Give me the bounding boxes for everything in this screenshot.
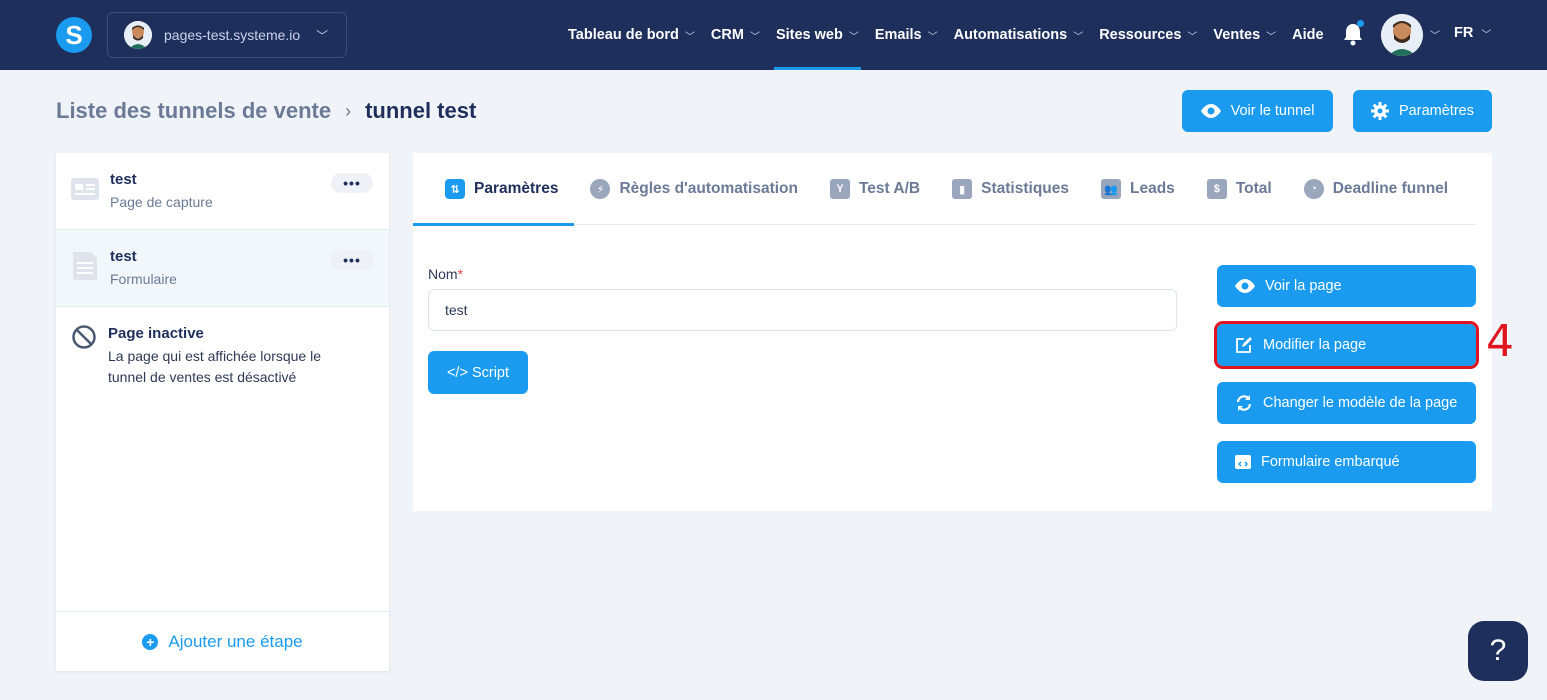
- nav-sites-web[interactable]: Sites web ﹀: [773, 0, 861, 70]
- eye-icon: [1200, 104, 1221, 118]
- users-icon: 👥: [1101, 179, 1121, 199]
- user-avatar[interactable]: [1381, 14, 1423, 56]
- capture-page-icon: [71, 178, 99, 200]
- parametres-button[interactable]: Paramètres: [1353, 90, 1492, 132]
- chevron-down-icon: ﹀: [927, 31, 938, 43]
- eye-icon: [1235, 279, 1255, 293]
- chevron-down-icon: ﹀: [1266, 31, 1277, 43]
- modifier-page-button[interactable]: Modifier la page: [1214, 321, 1479, 369]
- tab-parametres[interactable]: ⇅ Paramètres: [413, 153, 575, 226]
- step-annotation-number: 4: [1486, 316, 1514, 367]
- nav-crm[interactable]: CRM ﹀: [711, 0, 760, 70]
- step-subtitle: Page de capture: [110, 194, 213, 210]
- tab-deadline-funnel[interactable]: ◔ Deadline funnel: [1288, 153, 1464, 225]
- gear-icon: [1371, 102, 1390, 120]
- site-name: pages-test.systeme.io: [164, 27, 301, 43]
- step-subtitle: Formulaire: [110, 271, 177, 287]
- sliders-icon: ⇅: [445, 179, 465, 199]
- nav-emails[interactable]: Emails ﹀: [875, 0, 938, 70]
- chevron-down-icon[interactable]: ﹀: [1430, 27, 1440, 42]
- step-item[interactable]: test Formulaire •••: [56, 230, 389, 307]
- required-mark: *: [457, 266, 464, 282]
- nav-aide[interactable]: Aide: [1292, 0, 1323, 70]
- breadcrumb: Liste des tunnels de vente › tunnel test: [56, 98, 476, 124]
- nav-automatisations[interactable]: Automatisations ﹀: [954, 0, 1084, 70]
- clock-icon: ◔: [1303, 179, 1324, 199]
- name-input[interactable]: [428, 289, 1177, 331]
- refresh-icon: [1236, 395, 1252, 411]
- tab-regles-automatisation[interactable]: ⚡ Règles d'automatisation: [574, 153, 814, 225]
- disabled-icon: [72, 325, 96, 349]
- more-options-button[interactable]: •••: [331, 250, 373, 270]
- inactive-page-item[interactable]: Page inactive La page qui est affichée l…: [56, 307, 389, 388]
- voir-page-button[interactable]: Voir la page: [1217, 265, 1476, 307]
- name-label: Nom*: [428, 266, 464, 282]
- site-selector[interactable]: pages-test.systeme.io ﹀: [107, 12, 347, 58]
- edit-icon: [1236, 337, 1252, 353]
- nav-ventes[interactable]: Ventes ﹀: [1213, 0, 1276, 70]
- tab-test-ab[interactable]: Y Test A/B: [814, 153, 936, 225]
- inactive-page-title: Page inactive: [108, 325, 204, 342]
- site-avatar: [124, 21, 152, 49]
- tab-leads[interactable]: 👥 Leads: [1085, 153, 1191, 225]
- tabs: ⇅ Paramètres ⚡ Règles d'automatisation Y Te…: [413, 153, 1476, 226]
- breadcrumb-separator: ›: [345, 100, 352, 121]
- bar-chart-icon: ▮: [952, 179, 973, 199]
- embed-icon: [1235, 455, 1251, 469]
- tab-statistiques[interactable]: ▮ Statistiques: [936, 153, 1085, 225]
- chevron-down-icon: ﹀: [316, 28, 329, 43]
- voir-tunnel-button[interactable]: Voir le tunnel: [1182, 90, 1333, 132]
- form-page-icon: [73, 252, 97, 280]
- more-options-button[interactable]: •••: [331, 173, 373, 193]
- chevron-down-icon: ﹀: [749, 31, 760, 43]
- notification-dot: [1357, 20, 1364, 27]
- dollar-icon: $: [1206, 179, 1227, 199]
- chevron-down-icon: ﹀: [1073, 31, 1084, 43]
- language-selector[interactable]: FR ﹀: [1454, 25, 1491, 41]
- top-navbar: S pages-test.systeme.io ﹀ Tableau de bor…: [0, 0, 1547, 70]
- step-item[interactable]: test Page de capture •••: [56, 153, 389, 230]
- tab-total[interactable]: $ Total: [1191, 153, 1288, 225]
- help-button[interactable]: ?: [1468, 621, 1528, 681]
- nav-tableau-de-bord[interactable]: Tableau de bord ﹀: [568, 0, 695, 70]
- step-settings-panel: ⇅ Paramètres ⚡ Règles d'automatisation Y Te…: [413, 153, 1492, 511]
- nav-ressources[interactable]: Ressources ﹀: [1099, 0, 1197, 70]
- changer-modele-button[interactable]: Changer le modèle de la page: [1217, 382, 1476, 424]
- chevron-down-icon: ﹀: [1481, 29, 1492, 41]
- inactive-page-description: La page qui est affichée lorsque le tunn…: [108, 348, 322, 385]
- breadcrumb-parent[interactable]: Liste des tunnels de vente: [56, 98, 331, 124]
- systeme-logo[interactable]: S: [56, 17, 92, 53]
- add-step-button[interactable]: + Ajouter une étape: [56, 611, 389, 671]
- main-nav: Tableau de bord ﹀ CRM ﹀ Sites web ﹀ Emails ﹀…: [568, 0, 1340, 70]
- chevron-down-icon: ﹀: [684, 31, 695, 43]
- script-button[interactable]: </> Script: [428, 351, 528, 394]
- page-title: tunnel test: [365, 98, 477, 123]
- lightning-icon: ⚡: [590, 179, 611, 199]
- chevron-down-icon: ﹀: [848, 31, 859, 43]
- formulaire-embarque-button[interactable]: Formulaire embarqué: [1217, 441, 1476, 483]
- plus-circle-icon: +: [142, 633, 159, 650]
- chevron-down-icon: ﹀: [1187, 31, 1198, 43]
- split-icon: Y: [829, 179, 850, 199]
- funnel-steps-sidebar: test Page de capture ••• test Formulaire…: [56, 153, 389, 671]
